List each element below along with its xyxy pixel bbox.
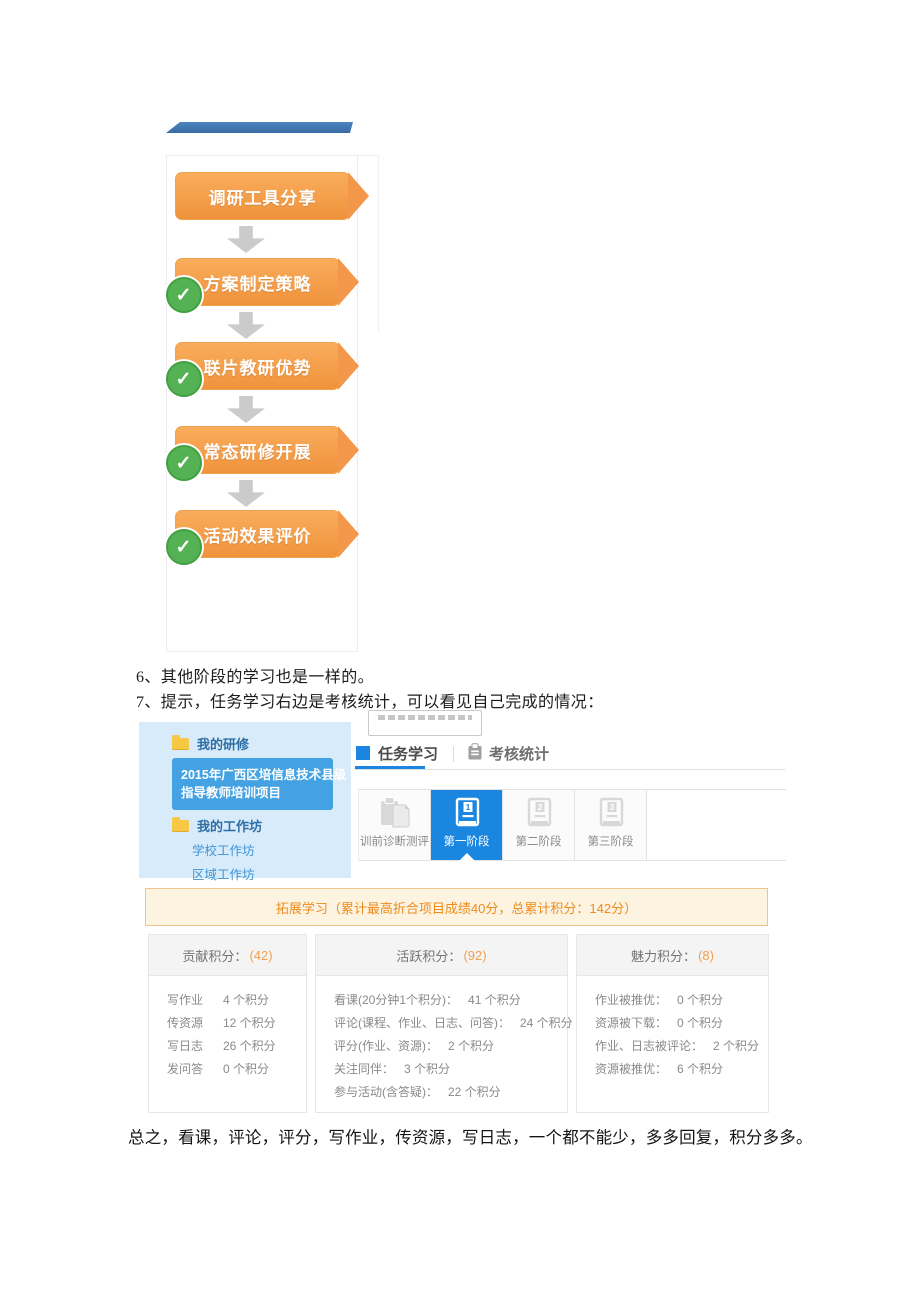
stage-label: 训前诊断测评: [360, 833, 429, 849]
svg-text:2: 2: [537, 802, 542, 812]
score-row: 发问答0 个积分: [167, 1058, 306, 1081]
tab-rule: [355, 769, 785, 770]
flow-step-4[interactable]: ✓ 常态研修开展: [175, 426, 340, 474]
svg-text:1: 1: [465, 802, 470, 812]
stage-label: 第二阶段: [516, 833, 562, 849]
score-row: 资源被下载：0 个积分: [595, 1012, 768, 1035]
sidebar-link-school-workshop[interactable]: 学校工作坊: [192, 840, 255, 859]
stage-label: 第三阶段: [588, 833, 634, 849]
stage-1-active[interactable]: 1 第一阶段: [431, 790, 503, 860]
task-tab-icon: [356, 746, 370, 760]
score-row: 写日志26 个积分: [167, 1035, 306, 1058]
book-2-icon: 2: [522, 796, 556, 830]
sidebar-section-my-workshop[interactable]: 我的工作坊: [172, 816, 262, 835]
flow-step-label: 活动效果评价: [204, 522, 312, 547]
score-header-value: (8): [698, 948, 714, 963]
score-row: 看课(20分钟1个积分)：41 个积分: [334, 989, 567, 1012]
folder-icon: [172, 738, 189, 750]
doc-line-6: 6、其他阶段的学习也是一样的。: [136, 663, 374, 687]
cropped-dropdown-button[interactable]: [368, 710, 482, 736]
check-icon: ✓: [166, 529, 202, 565]
check-icon: ✓: [166, 445, 202, 481]
score-row: 评论(课程、作业、日志、问答)：24 个积分: [334, 1012, 567, 1035]
stage-2[interactable]: 2 第二阶段: [503, 790, 575, 860]
doc-footer-line: 总之，看课，评论，评分，写作业，传资源，写日志，一个都不能少，多多回复，积分多多…: [128, 1124, 813, 1148]
score-header-value: (42): [249, 948, 272, 963]
svg-text:3: 3: [609, 802, 614, 812]
check-icon: ✓: [166, 361, 202, 397]
sidebar: 我的研修 2015年广西区培信息技术县级 指导教师培训项目 我的工作坊 学校工作…: [139, 722, 351, 878]
stage-selector-row: 训前诊断测评 1 第一阶段 2 第二阶段: [358, 789, 786, 861]
book-3-icon: 3: [594, 796, 628, 830]
score-column-charm: 魅力积分：(8) 作业被推优：0 个积分 资源被下载：0 个积分 作业、日志被评…: [576, 934, 769, 1113]
blue-divider-bar: [166, 122, 353, 133]
score-column-header: 贡献积分：(42): [149, 935, 306, 976]
score-header-label: 魅力积分：: [631, 946, 696, 965]
clipboard-icon: [467, 743, 483, 766]
sidebar-section-my-training[interactable]: 我的研修: [172, 734, 249, 753]
score-row: 作业被推优：0 个积分: [595, 989, 768, 1012]
folder-icon: [172, 820, 189, 832]
stage-row-filler: [647, 790, 786, 860]
flow-step-3[interactable]: ✓ 联片教研优势: [175, 342, 340, 390]
score-table-title: 拓展学习（累计最高折合项目成绩40分，总累计积分：142分）: [145, 888, 768, 926]
stage-3[interactable]: 3 第三阶段: [575, 790, 647, 860]
document-page: 调研工具分享 ✓ 方案制定策略 ✓ 联片教研优势 ✓ 常态研修开展 ✓ 活动效果…: [0, 0, 920, 1302]
score-row: 关注同伴：3 个积分: [334, 1058, 567, 1081]
book-1-icon: 1: [450, 796, 484, 830]
flow-step-label: 常态研修开展: [204, 438, 312, 463]
sidebar-section-label: 我的研修: [197, 734, 249, 753]
flow-step-label: 联片教研优势: [204, 354, 312, 379]
project-title-line1: 2015年广西区培信息技术县级: [181, 766, 333, 784]
score-column-header: 活跃积分：(92): [316, 935, 567, 976]
stage-label: 第一阶段: [444, 833, 490, 849]
score-column-contribution: 贡献积分：(42) 写作业4 个积分 传资源12 个积分 写日志26 个积分 发…: [148, 934, 307, 1113]
flow-step-label: 调研工具分享: [209, 184, 317, 209]
score-header-label: 贡献积分：: [182, 946, 247, 965]
flow-step-5[interactable]: ✓ 活动效果评价: [175, 510, 340, 558]
flow-step-label: 方案制定策略: [204, 270, 312, 295]
score-row: 传资源12 个积分: [167, 1012, 306, 1035]
sidebar-link-region-workshop[interactable]: 区域工作坊: [192, 864, 255, 883]
score-row: 参与活动(含答疑)：22 个积分: [334, 1081, 567, 1104]
tab-task-learning[interactable]: 任务学习: [378, 743, 438, 764]
tab-divider: [453, 746, 454, 762]
score-row: 写作业4 个积分: [167, 989, 306, 1012]
flow-step-2[interactable]: ✓ 方案制定策略: [175, 258, 340, 306]
stage-pre-test[interactable]: 训前诊断测评: [359, 790, 431, 860]
score-row: 资源被推优：6 个积分: [595, 1058, 768, 1081]
flowchart-panel: [166, 155, 358, 652]
score-header-label: 活跃积分：: [396, 946, 461, 965]
score-column-activity: 活跃积分：(92) 看课(20分钟1个积分)：41 个积分 评论(课程、作业、日…: [315, 934, 568, 1113]
score-row: 评分(作业、资源)：2 个积分: [334, 1035, 567, 1058]
check-icon: ✓: [166, 277, 202, 313]
sidebar-item-project-selected[interactable]: 2015年广西区培信息技术县级 指导教师培训项目: [172, 758, 333, 810]
score-column-header: 魅力积分：(8): [577, 935, 768, 976]
doc-line-7: 7、提示，任务学习右边是考核统计，可以看见自己完成的情况：: [136, 688, 604, 712]
score-header-value: (92): [463, 948, 486, 963]
project-title-line2: 指导教师培训项目: [181, 784, 333, 802]
score-row: 作业、日志被评论：2 个积分: [595, 1035, 768, 1058]
sidebar-section-label: 我的工作坊: [197, 816, 262, 835]
tab-assessment-stats[interactable]: 考核统计: [489, 743, 549, 764]
flow-step-1[interactable]: 调研工具分享: [175, 172, 350, 220]
clipboard-icon: [376, 796, 414, 830]
